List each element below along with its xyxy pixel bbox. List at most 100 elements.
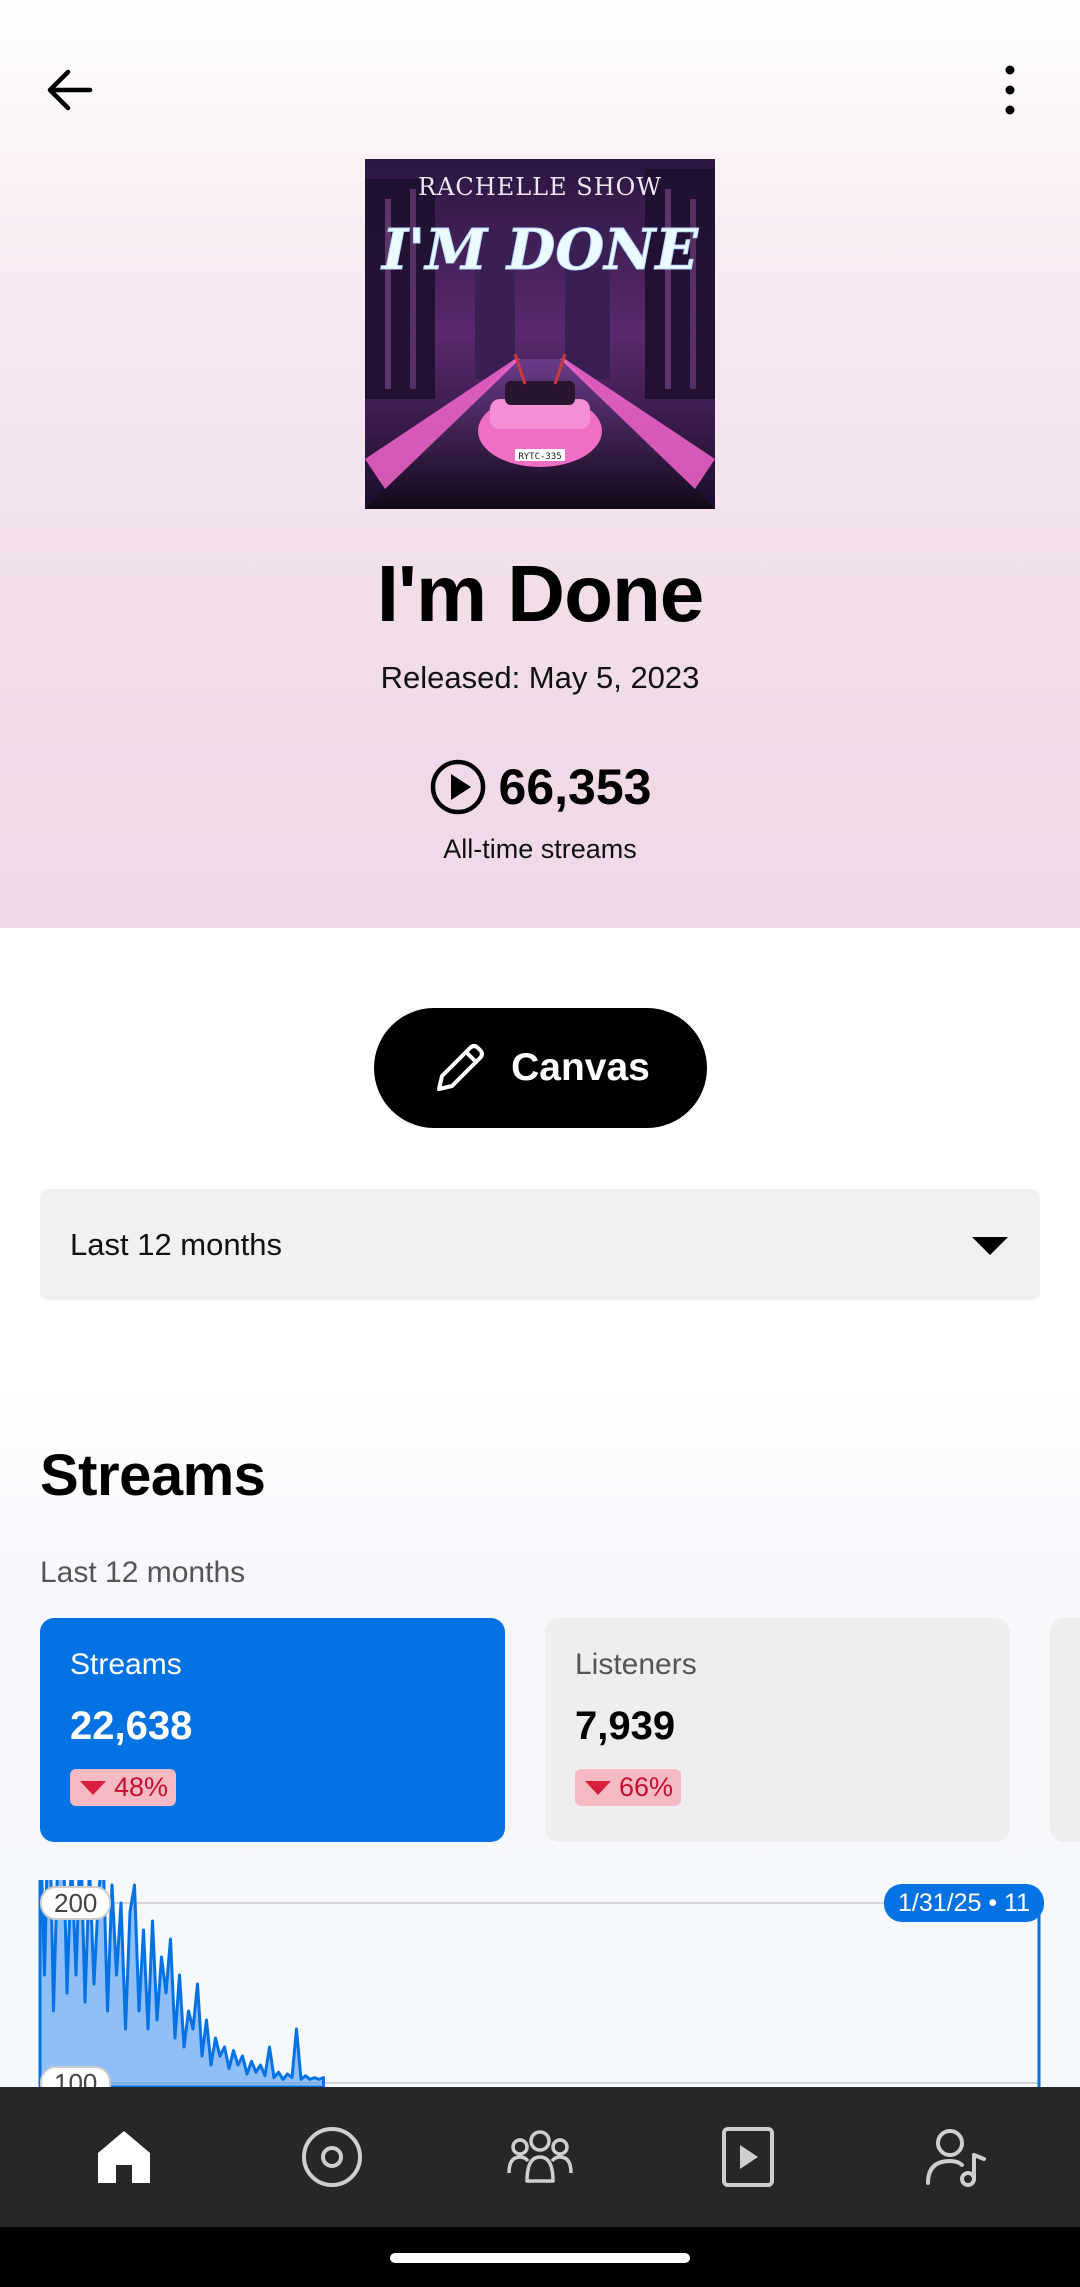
more-vertical-icon xyxy=(1005,65,1015,115)
chart-point xyxy=(138,2010,140,2012)
chart-point xyxy=(161,1956,162,1958)
next-card-peek[interactable] xyxy=(1050,1618,1080,1842)
song-title: I'm Done xyxy=(376,549,705,638)
home-indicator[interactable] xyxy=(390,2253,690,2263)
chart-point xyxy=(143,1929,144,1931)
chart-point xyxy=(273,2077,275,2079)
disc-icon xyxy=(302,2127,362,2187)
chart-point xyxy=(120,1902,122,1904)
chart-point xyxy=(300,2078,302,2080)
chart-point xyxy=(210,2064,212,2066)
streams-change-badge: 48% xyxy=(70,1769,177,1806)
chart-point xyxy=(170,1938,171,1940)
chart-point xyxy=(215,2037,216,2039)
chart-point xyxy=(129,1911,131,1913)
chart-point xyxy=(246,2073,248,2075)
streams-card[interactable]: Streams 22,638 48% xyxy=(40,1618,505,1842)
chart-point xyxy=(278,2071,279,2073)
chart-point xyxy=(125,2028,126,2030)
listeners-card-label: Listeners xyxy=(575,1648,697,1681)
chart-point xyxy=(165,1992,167,1994)
all-time-streams-label: All-time streams xyxy=(443,834,637,864)
nav-home[interactable] xyxy=(64,2097,184,2217)
chart-point xyxy=(255,2071,257,2073)
nav-campaigns[interactable] xyxy=(688,2097,808,2217)
chart-point xyxy=(174,2037,176,2039)
listeners-change-value: 66% xyxy=(619,1772,674,1802)
artist-profile-icon xyxy=(926,2129,986,2187)
chart-point xyxy=(93,1983,95,1985)
streams-card-value: 22,638 xyxy=(70,1704,193,1748)
arrow-left-icon xyxy=(47,69,93,111)
chart-point xyxy=(179,1974,180,1976)
streams-chart[interactable]: 200 100 1/31/25 • 11 xyxy=(0,1880,1080,2087)
nav-releases[interactable] xyxy=(272,2097,392,2217)
chart-point xyxy=(282,2078,284,2080)
chart-point xyxy=(152,1920,153,1922)
chart-point xyxy=(224,2046,225,2048)
canvas-button[interactable]: Canvas xyxy=(374,1008,707,1128)
nav-audience[interactable] xyxy=(480,2097,600,2217)
chart-point xyxy=(318,2078,320,2080)
home-icon xyxy=(98,2131,150,2183)
period-dropdown-value: Last 12 months xyxy=(70,1226,282,1262)
listeners-card-value: 7,939 xyxy=(575,1704,676,1748)
trend-down-icon xyxy=(585,1780,611,1795)
chart-point xyxy=(183,2046,185,2048)
chart-point xyxy=(116,1974,117,1976)
cover-plate-text: RYTC-335 xyxy=(518,452,561,462)
chart-point xyxy=(323,2077,324,2079)
play-square-icon xyxy=(722,2127,774,2187)
nav-profile[interactable] xyxy=(896,2097,1016,2217)
pencil-icon xyxy=(437,1044,485,1091)
back-button[interactable] xyxy=(20,40,120,140)
chart-point xyxy=(233,2050,234,2052)
period-dropdown[interactable]: Last 12 months xyxy=(40,1189,1040,1300)
chart-point xyxy=(251,2060,252,2062)
hover-date-label: 1/31/25 • 11 xyxy=(884,1884,1045,1922)
chart-point xyxy=(84,2001,86,2003)
cover-title-text: I'M DONE xyxy=(380,217,699,283)
chart-point xyxy=(264,2075,266,2077)
cover-artist-text: RACHELLE SHOW xyxy=(418,173,662,201)
caret-down-icon xyxy=(972,1236,1008,1255)
chart-point xyxy=(107,2010,108,2012)
chart-point xyxy=(75,1974,77,1976)
chart-point xyxy=(53,2010,54,2012)
play-circle-icon xyxy=(430,759,485,815)
chart-point xyxy=(237,2064,239,2066)
canvas-button-label: Canvas xyxy=(511,1046,650,1089)
y-tick-100: 100 xyxy=(40,2066,112,2087)
chart-point xyxy=(44,1974,45,1976)
chart-point xyxy=(147,2028,149,2030)
chart-point xyxy=(291,2077,293,2079)
chart-point xyxy=(188,2010,189,2012)
section-title: Streams xyxy=(40,1443,266,1508)
chart-point xyxy=(260,2064,261,2066)
release-date: Released: May 5, 2023 xyxy=(380,660,700,695)
all-time-streams: 66,353 xyxy=(0,758,1080,816)
chart-point xyxy=(314,2077,315,2079)
more-options-button[interactable] xyxy=(960,40,1060,140)
chart-point xyxy=(228,2068,230,2070)
chart-point xyxy=(305,2075,306,2077)
y-tick-200: 200 xyxy=(40,1886,112,1920)
chart-point xyxy=(66,1992,68,1994)
streams-card-label: Streams xyxy=(70,1648,182,1681)
trend-down-icon xyxy=(80,1780,106,1795)
chart-point xyxy=(201,2055,203,2057)
chart-point xyxy=(269,2046,270,2048)
chart-point xyxy=(111,1884,113,1886)
chart-point xyxy=(309,2078,311,2080)
audience-icon xyxy=(507,2130,573,2183)
chart-point xyxy=(156,2019,158,2021)
chart-point xyxy=(192,2028,194,2030)
bottom-navigation xyxy=(0,2087,1080,2227)
chart-point xyxy=(134,1884,135,1886)
chart-point xyxy=(296,2028,297,2030)
album-cover: RYTC-335 RACHELLE SHOW I'M DONE xyxy=(365,159,715,509)
chart-point xyxy=(287,2073,288,2075)
chart-point xyxy=(242,2055,243,2057)
listeners-card[interactable]: Listeners 7,939 66% xyxy=(545,1618,1010,1842)
streams-change-value: 48% xyxy=(114,1772,169,1802)
